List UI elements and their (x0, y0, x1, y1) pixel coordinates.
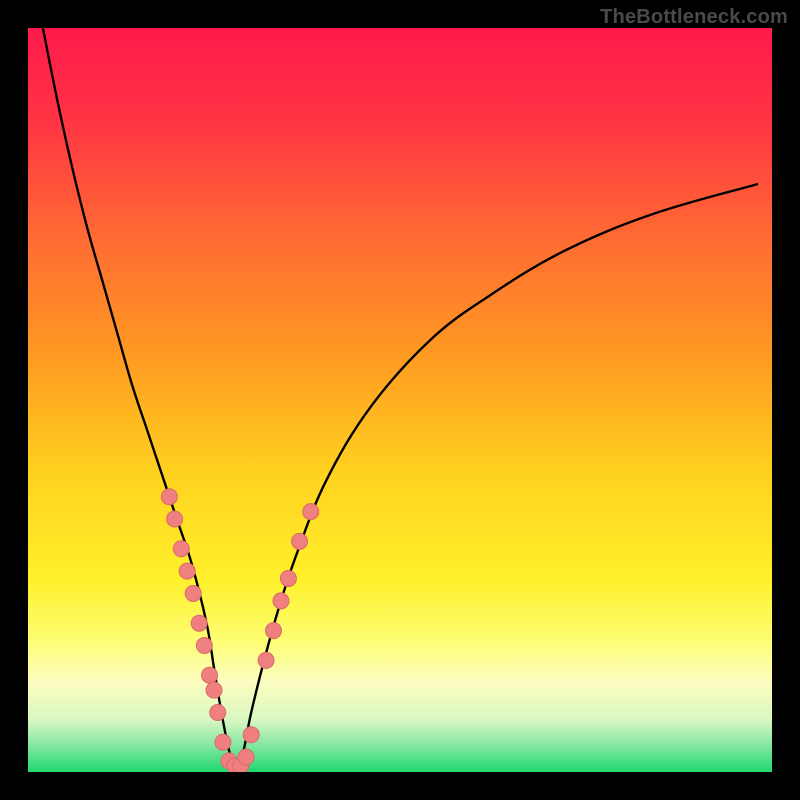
data-marker (273, 593, 289, 609)
data-marker (173, 541, 189, 557)
data-marker (185, 585, 201, 601)
data-marker (191, 615, 207, 631)
data-marker (280, 571, 296, 587)
data-marker (210, 704, 226, 720)
chart-svg (28, 28, 772, 772)
data-marker (243, 727, 259, 743)
chart-stage: TheBottleneck.com (0, 0, 800, 800)
data-marker (238, 749, 254, 765)
data-marker (266, 623, 282, 639)
plot-area (28, 28, 772, 772)
markers-group (161, 489, 318, 772)
data-marker (161, 489, 177, 505)
data-marker (179, 563, 195, 579)
data-marker (215, 734, 231, 750)
data-marker (206, 682, 222, 698)
watermark-text: TheBottleneck.com (600, 6, 788, 29)
series-bottleneck-curve (43, 28, 757, 772)
data-marker (202, 667, 218, 683)
data-marker (258, 652, 274, 668)
series-group (43, 28, 757, 772)
data-marker (292, 533, 308, 549)
data-marker (167, 511, 183, 527)
data-marker (196, 638, 212, 654)
data-marker (303, 504, 319, 520)
